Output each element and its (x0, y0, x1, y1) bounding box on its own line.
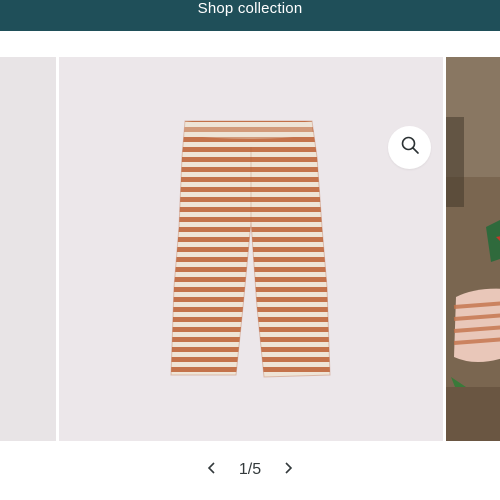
next-image-button[interactable] (275, 457, 301, 483)
chevron-right-icon (282, 461, 294, 480)
next-slide-peek[interactable] (446, 57, 500, 441)
product-image-main[interactable] (59, 57, 443, 441)
search-icon (400, 135, 420, 160)
zoom-button[interactable] (388, 126, 431, 169)
previous-slide-peek[interactable] (0, 57, 56, 441)
shop-collection-banner[interactable]: Shop collection (0, 0, 500, 31)
product-image-carousel[interactable] (0, 57, 500, 441)
striped-leggings-image (170, 120, 331, 378)
outdoor-photo-peek (446, 57, 500, 441)
chevron-left-icon (206, 461, 218, 480)
shop-collection-label: Shop collection (197, 0, 303, 17)
previous-image-button[interactable] (199, 457, 225, 483)
carousel-pagination: 1/5 (0, 455, 500, 485)
slide-counter: 1/5 (238, 461, 262, 478)
